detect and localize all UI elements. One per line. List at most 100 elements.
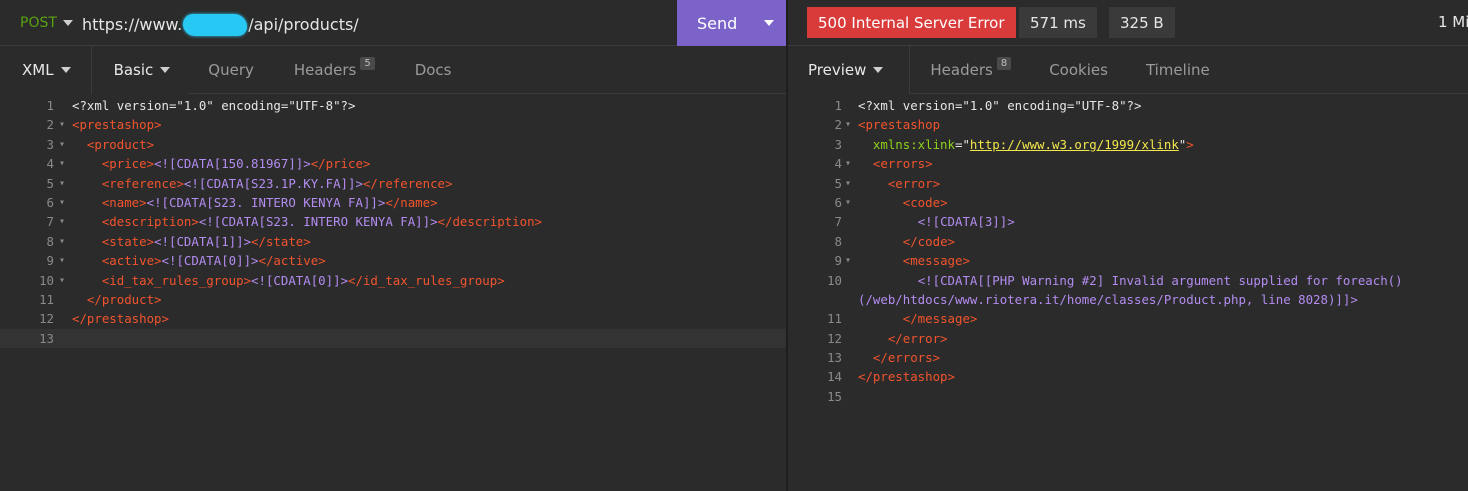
code-token-cdata: <![CDATA[150.81967]]> [154,156,311,172]
code-line: 3 xmlns:xlink="http://www.w3.org/1999/xl… [788,135,1468,154]
code-token-plain: " [962,136,970,152]
code-token-str[interactable]: http://www.w3.org/1999/xlink [970,137,1179,152]
code-token-tag: </error> [887,330,948,346]
chevron-down-icon [873,67,884,73]
fold-toggle-icon[interactable]: ▾ [845,193,851,212]
line-number: 12 [39,311,54,327]
code-token-tag: > [1186,136,1194,152]
fold-toggle-icon[interactable]: ▾ [59,212,65,231]
code-token-tag: <code> [902,194,948,210]
code-text: </prestashop> [858,367,955,386]
fold-toggle-icon[interactable]: ▾ [845,154,851,173]
code-line: 8 ▾ <state><![CDATA[1]]></state> [0,232,787,251]
tab-preview[interactable]: Preview [788,46,911,94]
code-text: <prestashop [858,115,940,134]
tab-basic[interactable]: Basic [91,46,189,94]
response-age[interactable]: 1 Mi [1438,13,1468,31]
line-number: 7 [834,214,842,230]
line-number: 5 [46,175,54,191]
send-options-chevron-icon[interactable] [764,20,774,26]
code-text: <prestashop> [72,115,162,134]
response-time-badge: 571 ms [1019,7,1097,38]
fold-toggle-icon[interactable]: ▾ [59,135,65,154]
code-token-tag: </code> [902,233,955,249]
code-line: 9 ▾ <active><![CDATA[0]]></active> [0,251,787,270]
line-number: 3 [834,136,842,152]
line-number: 13 [827,350,842,366]
fold-toggle-icon[interactable]: ▾ [59,154,65,173]
send-button[interactable]: Send [677,0,787,46]
tab-label: Cookies [1049,61,1108,79]
code-line: 7 ▾ <description><![CDATA[S23. INTERO KEN… [0,212,787,231]
code-text: <message> [858,251,970,270]
code-line: 2 ▾ <prestashop [788,115,1468,134]
fold-toggle-icon[interactable]: ▾ [59,115,65,134]
code-text: <name><![CDATA[S23. INTERO KENYA FA]]></… [72,193,438,212]
code-token-attr: xmlns:xlink [872,136,955,152]
line-number: 6 [834,194,842,210]
line-number: 9 [46,253,54,269]
code-token-tag: </active> [258,253,326,269]
line-number: 4 [46,156,54,172]
fold-toggle-icon[interactable]: ▾ [845,115,851,134]
code-token-tag: </name> [385,194,438,210]
code-token-tag: </message> [902,311,978,327]
code-token-tag: </price> [310,156,371,172]
code-text: <reference><![CDATA[S23.1P.KY.FA]]></ref… [72,174,453,193]
fold-toggle-icon[interactable]: ▾ [845,251,851,270]
response-size-badge: 325 B [1109,7,1175,38]
fold-toggle-icon[interactable]: ▾ [59,251,65,270]
code-token-tag: </prestashop> [858,369,955,385]
code-token-cdata: <![CDATA[S23. INTERO KENYA FA]]> [146,194,386,210]
response-body-viewer[interactable]: 1 <?xml version="1.0" encoding="UTF-8"?> 2… [788,96,1468,406]
request-body-editor[interactable]: 1 <?xml version="1.0" encoding="UTF-8"?> 2… [0,96,787,349]
code-line: (/web/htdocs/www.riotera.it/home/classes… [788,290,1468,309]
tab-query[interactable]: Query [188,46,274,94]
tab-label: Headers [930,61,993,79]
code-line: 3 ▾ <product> [0,135,787,154]
code-text: </message> [858,309,978,328]
tab-timeline[interactable]: Timeline [1126,46,1230,94]
tab-headers[interactable]: Headers 5 [274,46,395,94]
code-text: <errors> [858,154,933,173]
method-selector[interactable]: POST [20,13,73,33]
code-token-tag: <active> [101,253,162,269]
tab-response-headers[interactable]: Headers 8 [910,46,1031,94]
tab-cookies[interactable]: Cookies [1031,46,1126,94]
code-text: </code> [858,232,955,251]
headers-count-badge: 5 [360,56,375,70]
code-line: 2 ▾ <prestashop> [0,115,787,134]
url-prefix: https://www. [82,14,183,34]
code-token-tag: </prestashop> [72,311,169,327]
code-text: (/web/htdocs/www.riotera.it/home/classes… [858,290,1358,309]
tab-docs[interactable]: Docs [395,46,472,94]
code-line: 6 ▾ <code> [788,193,1468,212]
fold-toggle-icon[interactable]: ▾ [59,232,65,251]
code-line: 5 ▾ <reference><![CDATA[S23.1P.KY.FA]]></… [0,174,787,193]
code-line: 6 ▾ <name><![CDATA[S23. INTERO KENYA FA]]… [0,193,787,212]
tab-xml[interactable]: XML [0,46,92,94]
line-number: 11 [827,311,842,327]
code-text: <![CDATA[3]]> [858,212,1015,231]
code-text: <state><![CDATA[1]]></state> [72,232,311,251]
line-number: 12 [827,330,842,346]
code-text: <![CDATA[[PHP Warning #2] Invalid argume… [858,271,1403,290]
fold-toggle-icon[interactable]: ▾ [845,174,851,193]
url-input[interactable]: https://www. /api/products/ [82,13,359,36]
code-token-tag: </errors> [872,350,941,366]
code-token-cdata: <![CDATA[3]]> [917,214,1015,230]
code-token-cdata: <![CDATA[S23.1P.KY.FA]]> [183,175,363,191]
fold-toggle-icon[interactable]: ▾ [59,193,65,212]
line-number: 2 [46,117,54,133]
code-text: <price><![CDATA[150.81967]]></price> [72,154,371,173]
fold-toggle-icon[interactable]: ▾ [59,174,65,193]
line-number: 9 [834,253,842,269]
line-number: 7 [46,214,54,230]
code-token-tag: </id_tax_rules_group> [348,272,505,288]
fold-toggle-icon[interactable]: ▾ [59,271,65,290]
